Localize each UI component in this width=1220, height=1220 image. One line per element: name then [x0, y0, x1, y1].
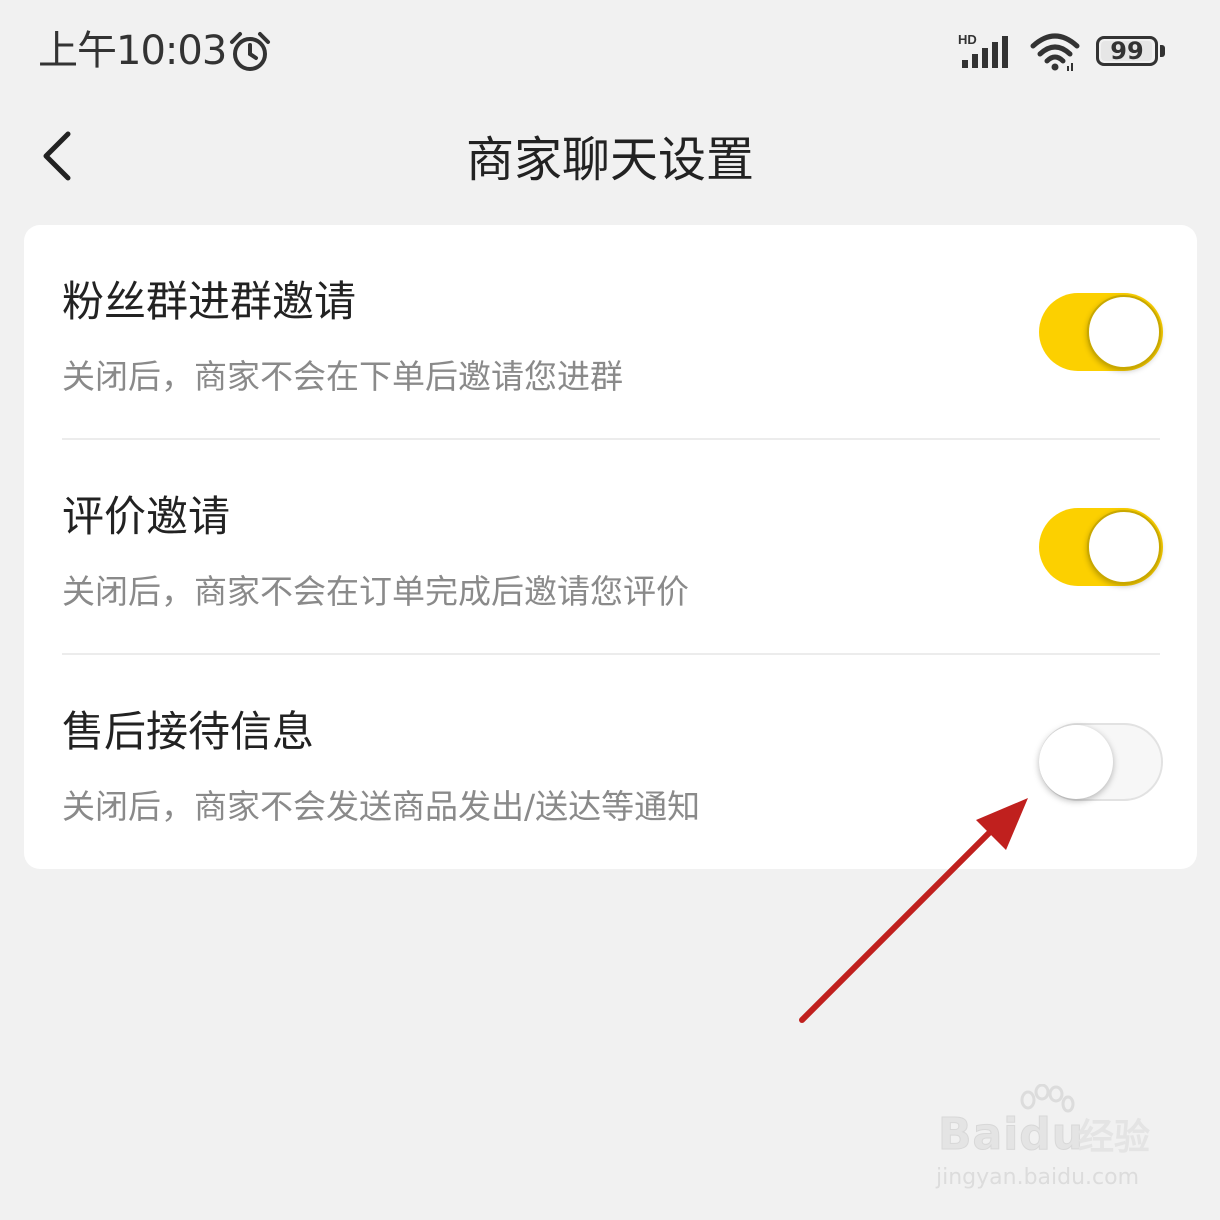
setting-description: 关闭后，商家不会发送商品发出/送达等通知	[62, 787, 701, 826]
toggle-knob	[1039, 725, 1113, 799]
network-label: HD	[958, 32, 977, 47]
watermark-brand: Baidu	[937, 1109, 1085, 1160]
wifi-icon	[1030, 33, 1080, 71]
toggle-knob	[1087, 510, 1161, 584]
setting-title: 评价邀请	[62, 492, 231, 541]
setting-description: 关闭后，商家不会在订单完成后邀请您评价	[62, 572, 689, 611]
watermark-url: jingyan.baidu.com	[936, 1165, 1140, 1190]
page-title: 商家聊天设置	[465, 132, 754, 188]
setting-row-fan-group-invite: 粉丝群进群邀请 关闭后，商家不会在下单后邀请您进群	[24, 225, 1197, 440]
setting-row-review-invite: 评价邀请 关闭后，商家不会在订单完成后邀请您评价	[24, 440, 1197, 655]
setting-title: 粉丝群进群邀请	[62, 277, 357, 326]
settings-card: 粉丝群进群邀请 关闭后，商家不会在下单后邀请您进群 评价邀请 关闭后，商家不会在…	[24, 225, 1197, 869]
fan-group-invite-toggle[interactable]	[1039, 293, 1163, 371]
battery-percent: 99	[1110, 37, 1144, 65]
baidu-jingyan-watermark: Baidu 经验 jingyan.baidu.com	[930, 1084, 1170, 1200]
setting-title: 售后接待信息	[62, 707, 315, 756]
battery-icon: 99	[1096, 36, 1158, 66]
annotation-arrow	[799, 798, 1028, 1023]
alarm-icon	[230, 32, 270, 71]
after-sales-info-toggle[interactable]	[1039, 723, 1163, 801]
setting-description: 关闭后，商家不会在下单后邀请您进群	[62, 357, 623, 396]
battery-cap	[1160, 45, 1165, 57]
status-time: 上午10:03	[38, 28, 227, 74]
signal-icon: HD	[958, 32, 1008, 68]
review-invite-toggle[interactable]	[1039, 508, 1163, 586]
watermark-product: 经验	[1078, 1117, 1151, 1158]
toggle-knob	[1087, 295, 1161, 369]
